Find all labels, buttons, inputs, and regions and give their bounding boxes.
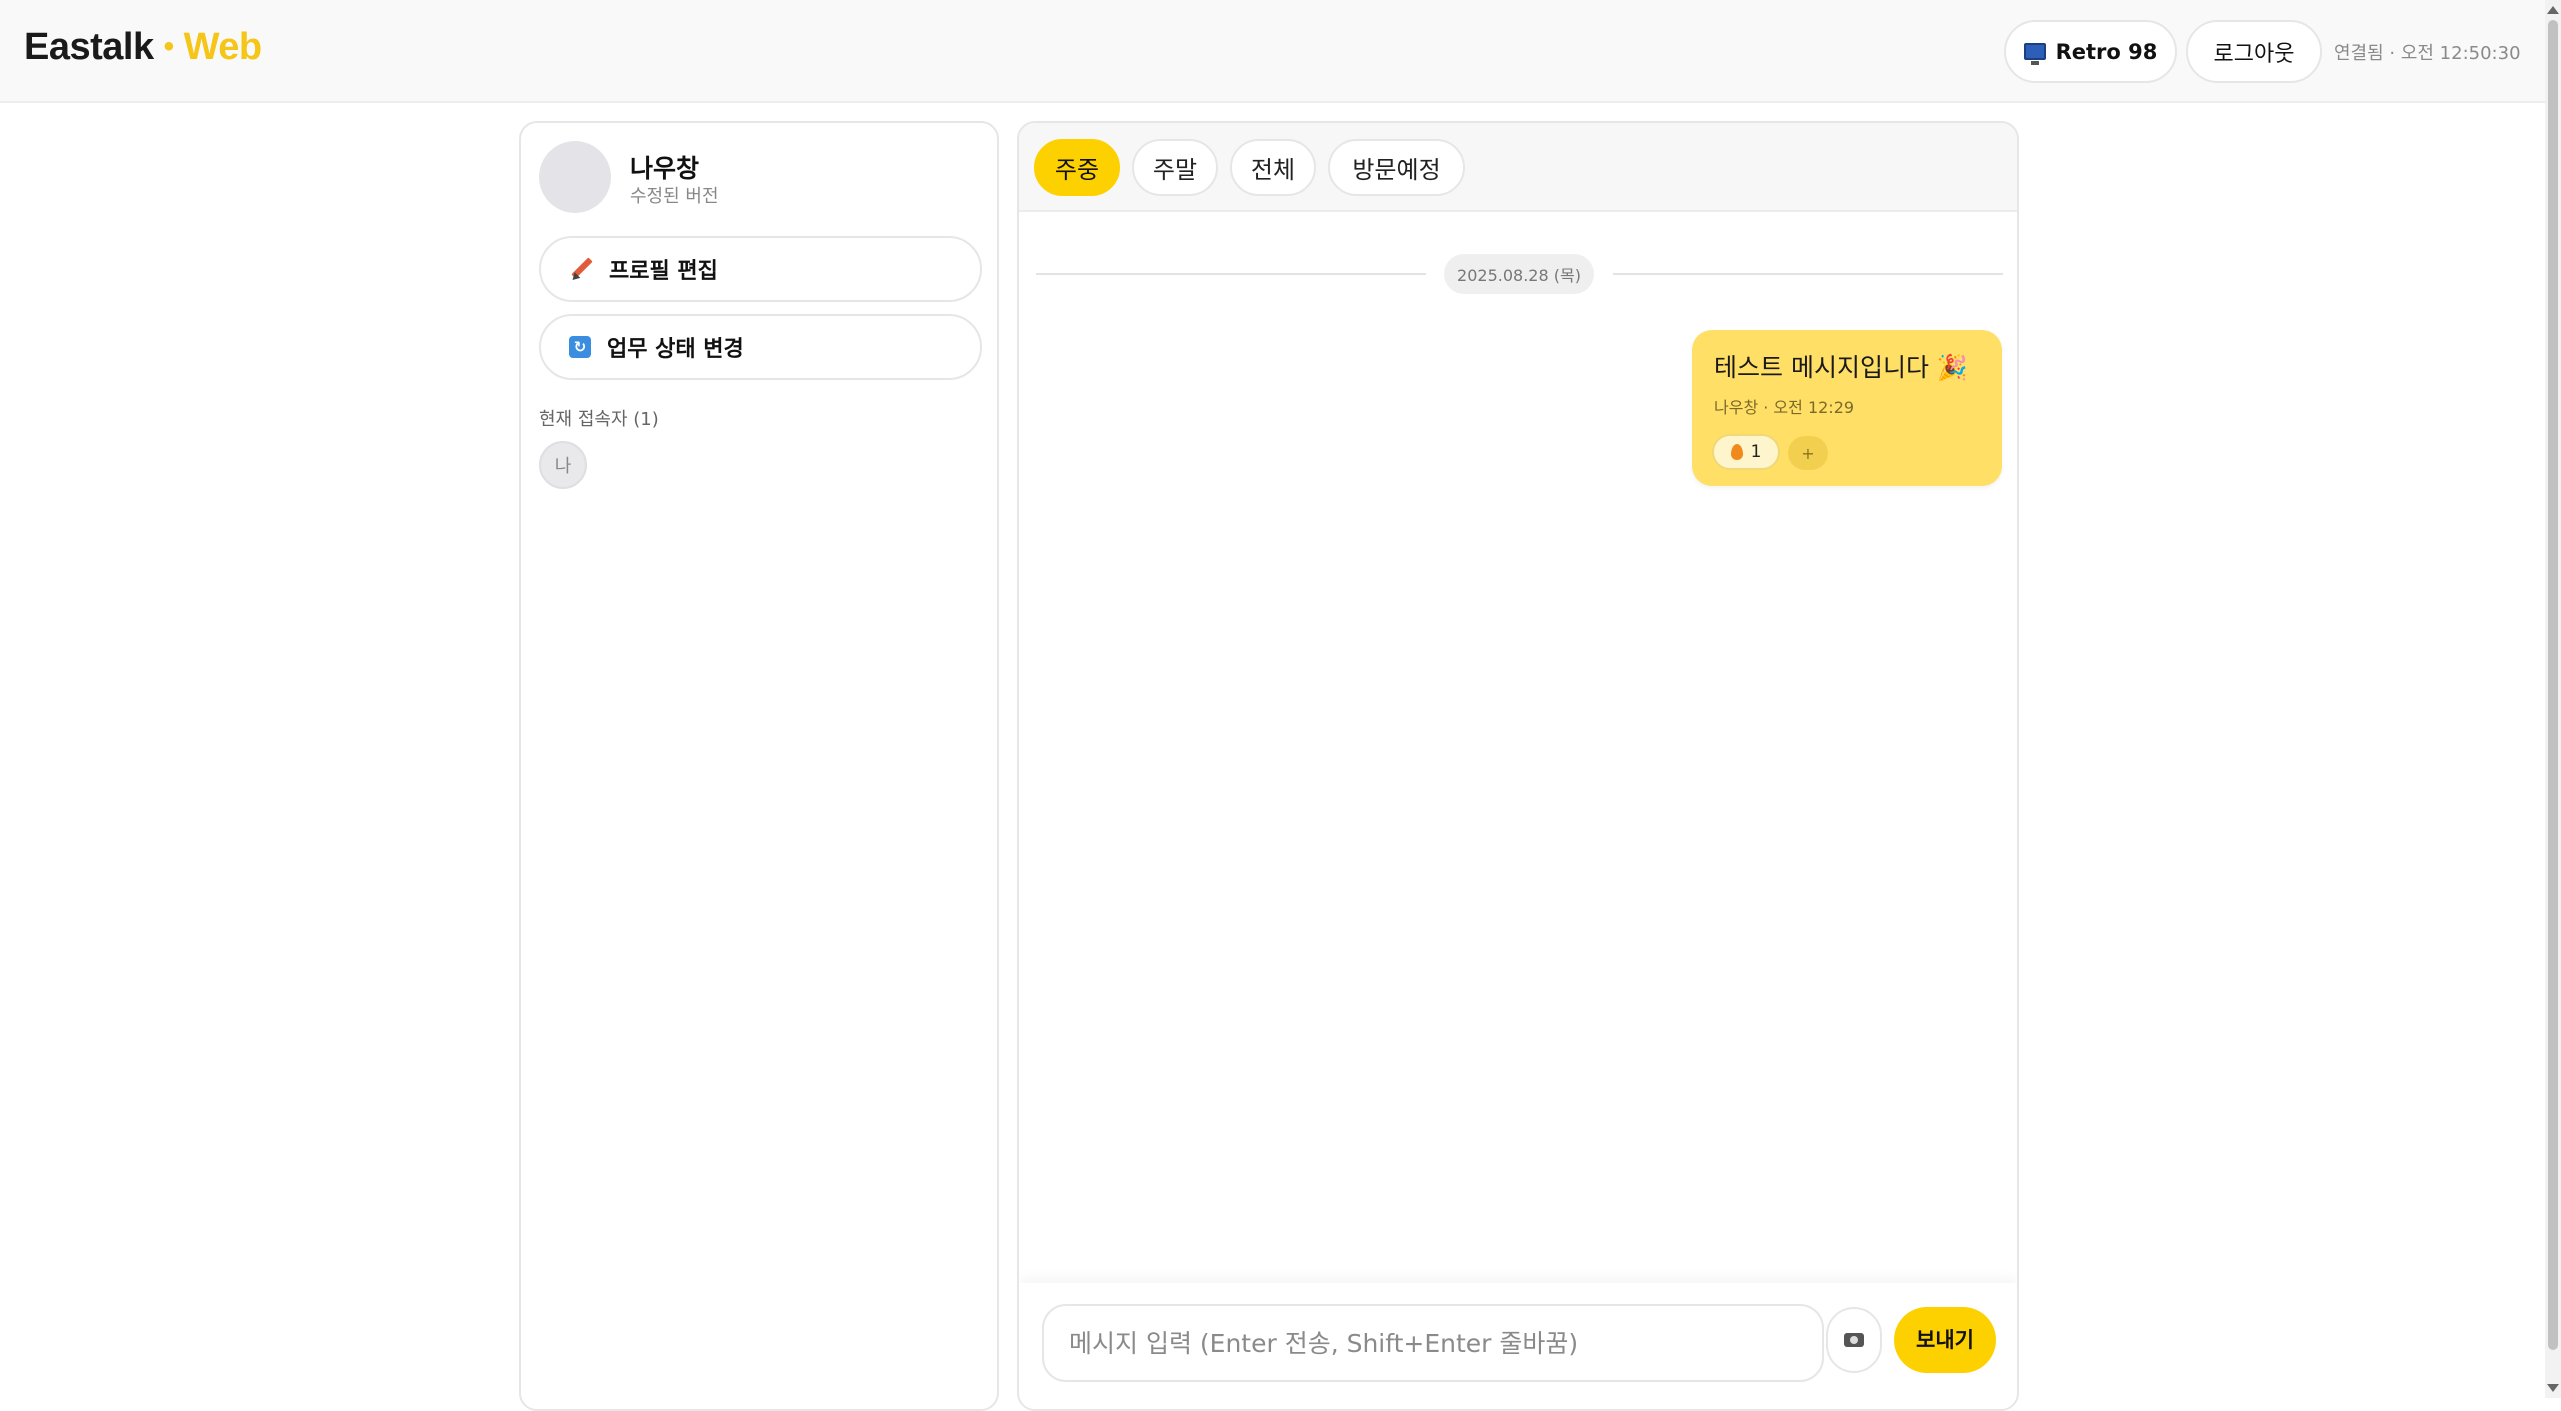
message-meta: 나우창 · 오전 12:29 <box>1714 398 1855 417</box>
brand-accent: Web <box>183 26 263 68</box>
page-scrollbar[interactable] <box>2545 0 2561 1398</box>
tab-weekday[interactable]: 주중 <box>1034 139 1120 196</box>
retro-theme-button[interactable]: Retro 98 <box>2004 20 2177 83</box>
message-bubble[interactable]: 테스트 메시지입니다 🎉 나우창 · 오전 12:29 1 + <box>1692 330 2002 486</box>
edit-profile-label: 프로필 편집 <box>609 259 718 284</box>
reaction-count: 1 <box>1750 442 1762 462</box>
app-header: Eastalk • Web Retro 98 로그아웃 연결됨 · 오전 12:50… <box>0 0 2545 103</box>
change-status-label: 업무 상태 변경 <box>607 337 744 362</box>
date-divider: 2025.08.28 (목) <box>1444 254 1594 294</box>
online-users-label: 현재 접속자 (1) <box>539 409 659 430</box>
scroll-up-arrow-icon[interactable] <box>2547 6 2559 14</box>
scrollbar-thumb[interactable] <box>2548 20 2558 1350</box>
chat-panel: 주중 주말 전체 방문예정 2025.08.28 (목) 테스트 메시지입니다 … <box>1017 121 2019 1411</box>
refresh-icon: ↻ <box>569 336 591 358</box>
change-status-button[interactable]: ↻ 업무 상태 변경 <box>539 314 982 380</box>
logout-button[interactable]: 로그아웃 <box>2186 20 2322 83</box>
online-user-avatar[interactable]: 나 <box>539 441 587 489</box>
tab-all[interactable]: 전체 <box>1230 139 1316 196</box>
attach-photo-button[interactable] <box>1826 1307 1882 1373</box>
reaction-chip[interactable]: 1 <box>1712 434 1780 470</box>
profile-name: 나우창 <box>630 154 700 183</box>
brand-dot: • <box>163 30 175 63</box>
monitor-icon <box>2023 43 2046 65</box>
message-input[interactable] <box>1042 1304 1824 1382</box>
message-composer: 보내기 <box>1019 1283 2017 1409</box>
connection-status: 연결됨 · 오전 12:50:30 <box>2334 43 2521 64</box>
message-text: 테스트 메시지입니다 🎉 <box>1714 353 1969 382</box>
avatar <box>539 141 611 213</box>
pencil-icon <box>569 257 593 281</box>
divider <box>1036 273 1426 275</box>
channel-tabs: 주중 주말 전체 방문예정 <box>1019 123 2017 212</box>
app-logo: Eastalk • Web <box>24 26 262 69</box>
add-reaction-button[interactable]: + <box>1788 436 1828 470</box>
edit-profile-button[interactable]: 프로필 편집 <box>539 236 982 302</box>
scroll-down-arrow-icon[interactable] <box>2547 1384 2559 1392</box>
retro-theme-label: Retro 98 <box>2055 39 2158 64</box>
camera-icon <box>1844 1333 1864 1347</box>
profile-sidebar: 나우창 수정된 버전 프로필 편집 ↻ 업무 상태 변경 현재 접속자 (1) … <box>519 121 999 1411</box>
profile-subtitle: 수정된 버전 <box>630 186 719 207</box>
fire-icon <box>1730 444 1743 460</box>
send-button[interactable]: 보내기 <box>1894 1307 1996 1373</box>
divider <box>1613 273 2003 275</box>
tab-planned-visit[interactable]: 방문예정 <box>1328 139 1465 196</box>
tab-weekend[interactable]: 주말 <box>1132 139 1218 196</box>
brand-main: Eastalk <box>24 26 154 68</box>
